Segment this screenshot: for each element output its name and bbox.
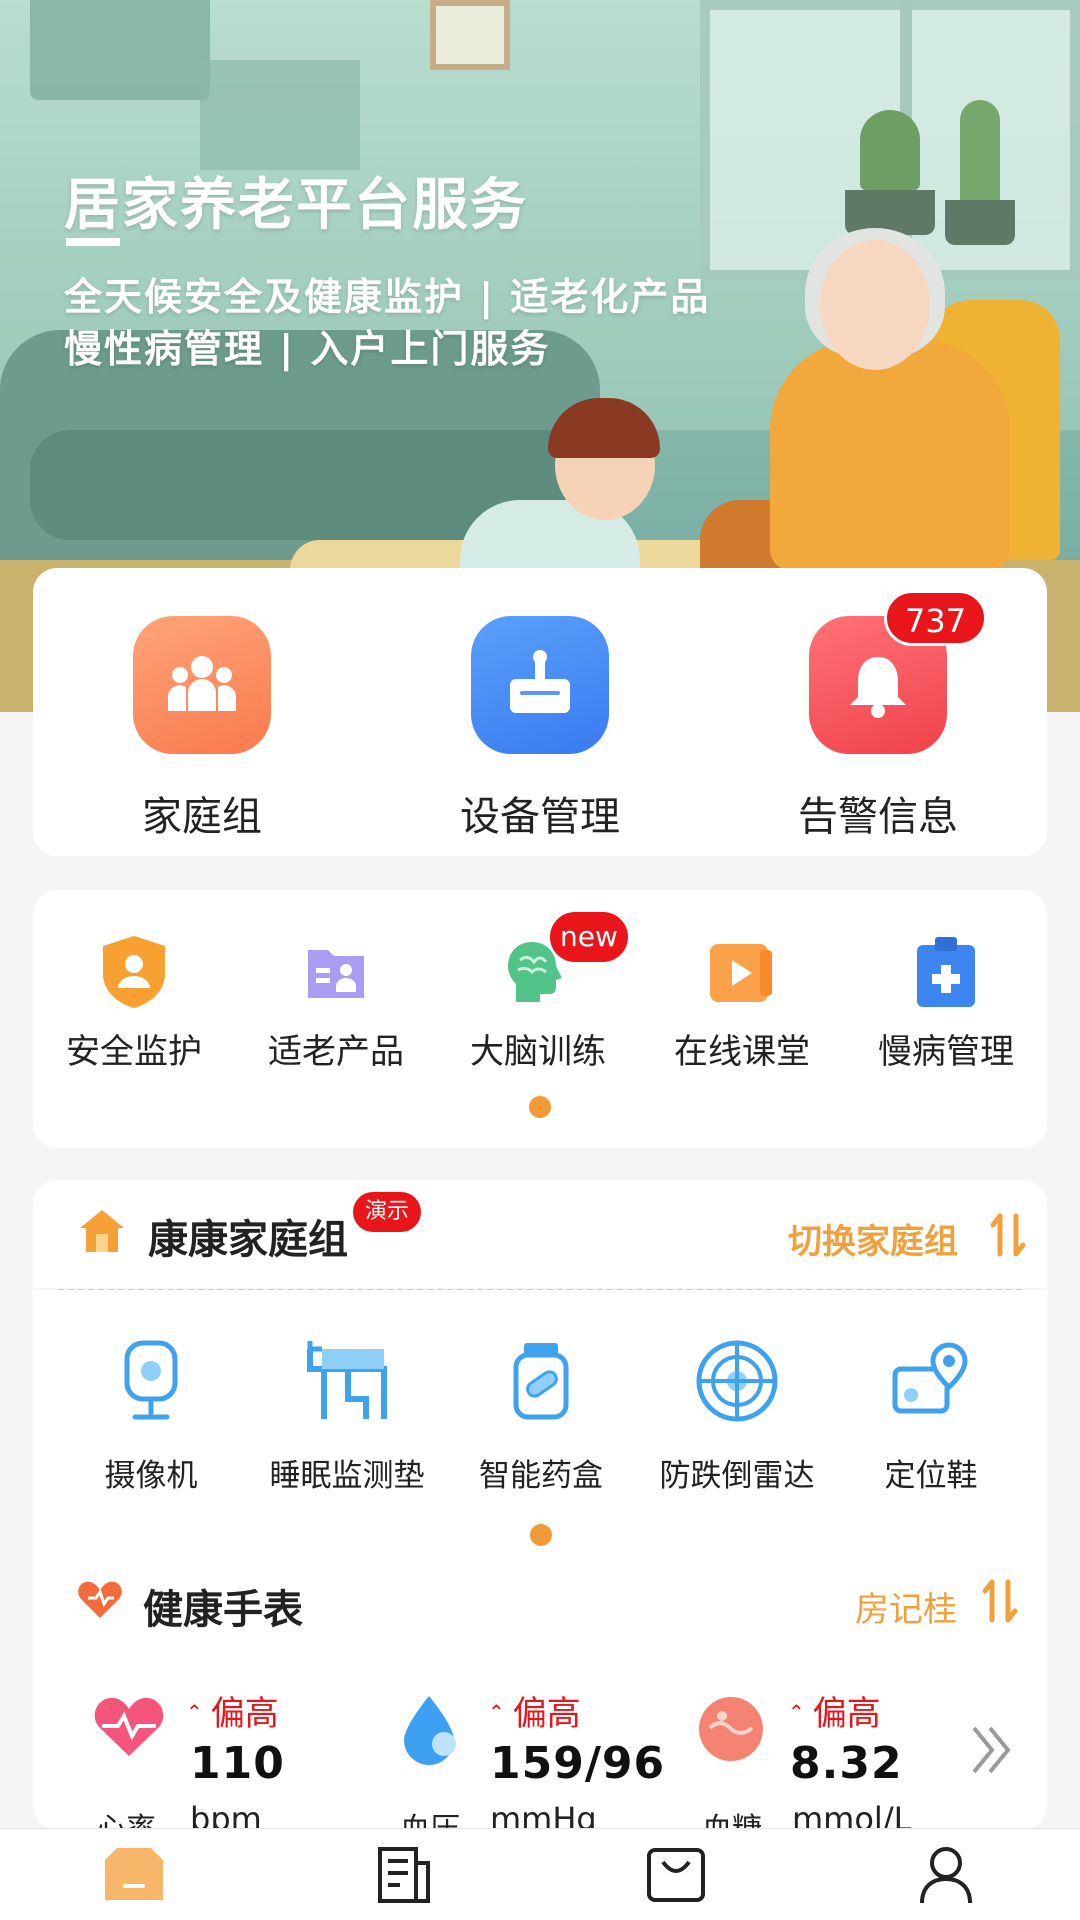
camera-button[interactable]	[106, 1336, 196, 1426]
online-class-label[interactable]: 在线课堂	[642, 1024, 842, 1073]
banner-picture-frame	[430, 0, 510, 70]
fall-radar-button[interactable]	[692, 1336, 782, 1426]
switch-family-group-button[interactable]: 切换家庭组	[788, 1214, 958, 1263]
medical-kit-icon	[917, 937, 975, 1007]
chronic-disease-button[interactable]	[906, 932, 986, 1012]
blood-pressure-flag: ⌃ 偏高	[488, 1694, 581, 1734]
banner-cactus	[960, 100, 1000, 210]
smart-pillbox-label[interactable]: 智能药盒	[441, 1450, 641, 1495]
elderly-products-label[interactable]: 适老产品	[236, 1024, 436, 1073]
banner-subtitle-line1: 全天候安全及健康监护 | 适老化产品	[64, 275, 711, 319]
banner-shelf	[200, 60, 360, 170]
family-group-button[interactable]	[133, 616, 271, 754]
blood-sugar-flag: ⌃ 偏高	[788, 1694, 881, 1734]
nav-shop[interactable]	[644, 1843, 708, 1907]
camera-label[interactable]: 摄像机	[51, 1450, 251, 1495]
home-icon	[105, 1848, 163, 1900]
banner-title: 居家养老平台服务	[64, 173, 528, 238]
safety-monitor-button[interactable]	[94, 932, 174, 1012]
new-badge: new	[550, 912, 628, 962]
illustration-grandma	[770, 340, 1010, 570]
heart-rate-value: 110	[190, 1738, 285, 1789]
blood-sugar-icon[interactable]	[696, 1694, 766, 1764]
elderly-products-button[interactable]	[296, 932, 376, 1012]
family-group-name: 康康家庭组	[148, 1217, 348, 1263]
health-watch-heart-icon	[78, 1581, 122, 1618]
banner-subtitle-line2: 慢性病管理 | 入户上门服务	[64, 327, 551, 371]
camera-icon	[124, 1340, 178, 1420]
radar-icon	[696, 1340, 778, 1422]
fall-radar-label[interactable]: 防跌倒雷达	[637, 1450, 837, 1495]
sleep-pad-button[interactable]	[302, 1336, 392, 1426]
family-icon	[168, 656, 236, 711]
home-house-icon	[80, 1210, 124, 1252]
shop-bag-icon	[647, 1848, 705, 1902]
bell-icon	[850, 657, 906, 718]
banner-shelf	[30, 0, 210, 100]
health-watch-title: 健康手表	[143, 1587, 303, 1633]
smart-pillbox-button[interactable]	[496, 1336, 586, 1426]
pill-bottle-icon	[513, 1343, 569, 1420]
swap-arrows-icon[interactable]	[982, 1578, 1018, 1624]
alert-info-label[interactable]: 告警信息	[728, 784, 1028, 842]
online-class-button[interactable]	[702, 932, 782, 1012]
product-folder-icon	[308, 950, 364, 998]
blood-pressure-value: 159/96	[490, 1738, 666, 1789]
bottom-navigation	[0, 1828, 1080, 1920]
blood-sugar-value: 8.32	[790, 1738, 903, 1789]
locator-shoe-label[interactable]: 定位鞋	[831, 1450, 1031, 1495]
profile-icon	[920, 1847, 972, 1904]
banner-pot	[945, 200, 1015, 245]
device-management-label[interactable]: 设备管理	[390, 784, 690, 842]
watch-user-switch[interactable]: 房记桂	[855, 1582, 957, 1631]
nav-profile[interactable]	[914, 1843, 978, 1907]
swap-arrows-icon[interactable]	[990, 1212, 1026, 1258]
blood-drop-icon[interactable]	[398, 1694, 460, 1766]
heart-rate-icon[interactable]	[92, 1694, 166, 1760]
device-box-icon	[510, 650, 570, 713]
nav-news[interactable]	[372, 1843, 436, 1907]
more-arrow-icon[interactable]	[968, 1724, 1016, 1776]
services-pager-dot[interactable]	[529, 1096, 551, 1118]
alert-count-badge: 737	[884, 590, 988, 646]
sleep-pad-label[interactable]: 睡眠监测垫	[247, 1450, 447, 1495]
sleep-bed-icon	[307, 1341, 387, 1419]
banner-divider	[66, 238, 120, 246]
chronic-disease-label[interactable]: 慢病管理	[846, 1024, 1046, 1073]
devices-pager-dot[interactable]	[530, 1524, 552, 1546]
news-icon	[378, 1847, 430, 1903]
device-management-button[interactable]	[471, 616, 609, 754]
location-shoe-icon	[892, 1342, 968, 1414]
banner-cactus	[860, 110, 920, 190]
banner-pot	[845, 190, 935, 235]
locator-shoe-button[interactable]	[886, 1336, 976, 1426]
brain-training-label[interactable]: 大脑训练	[438, 1024, 638, 1073]
safety-monitor-label[interactable]: 安全监护	[34, 1024, 234, 1073]
illustration-grandma-face	[820, 240, 930, 370]
heart-rate-flag: ⌃ 偏高	[186, 1694, 279, 1734]
demo-badge: 演示	[353, 1192, 422, 1232]
video-play-icon	[710, 944, 772, 1002]
family-group-label[interactable]: 家庭组	[52, 784, 352, 842]
shield-user-icon	[103, 936, 165, 1008]
nav-home[interactable]	[102, 1843, 166, 1907]
